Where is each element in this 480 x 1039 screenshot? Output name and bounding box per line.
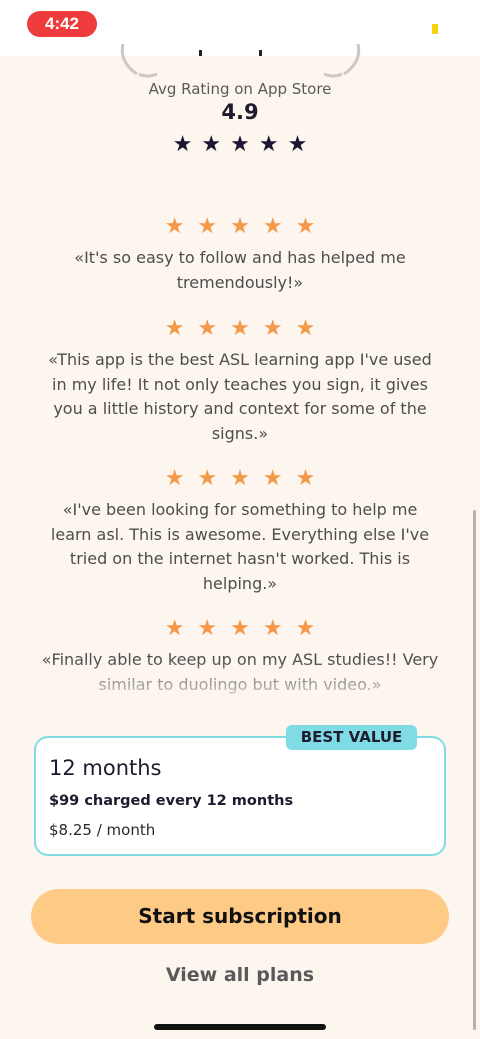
status-time: 4:42: [27, 11, 97, 37]
review-stars: ★★★★★: [164, 214, 329, 239]
review-item: ★★★★★ «I've been looking for something t…: [40, 466, 440, 596]
rating-value: 4.9: [221, 100, 259, 124]
review-item: ★★★★★ «It's so easy to follow and has he…: [40, 214, 440, 295]
scroll-fade: [0, 660, 480, 705]
review-text: «It's so easy to follow and has helped m…: [74, 248, 406, 292]
review-stars: ★★★★★: [164, 616, 329, 641]
plan-card-12-months[interactable]: 12 months $99 charged every 12 months $8…: [34, 736, 446, 856]
laurel-right-icon: [323, 44, 361, 78]
scrollbar[interactable]: [473, 510, 476, 1030]
partial-glyph: [259, 50, 262, 56]
review-stars: ★★★★★: [164, 466, 329, 491]
plan-charge: $99 charged every 12 months: [49, 793, 294, 809]
review-text: «This app is the best ASL learning app I…: [48, 350, 432, 443]
rating-stars: ★★★★★: [172, 132, 317, 157]
partial-glyph: [199, 50, 202, 56]
laurel-left-icon: [120, 44, 158, 78]
start-subscription-button[interactable]: Start subscription: [31, 889, 449, 944]
home-indicator[interactable]: [154, 1024, 326, 1030]
view-all-plans-link[interactable]: View all plans: [0, 964, 480, 986]
status-bar: 4:42: [0, 0, 480, 56]
review-stars: ★★★★★: [164, 316, 329, 341]
plan-title: 12 months: [49, 756, 162, 780]
best-value-badge: BEST VALUE: [286, 725, 417, 750]
review-text: «I've been looking for something to help…: [50, 500, 430, 593]
battery-icon: [432, 24, 438, 34]
plan-monthly-price: $8.25 / month: [49, 821, 156, 839]
rating-label: Avg Rating on App Store: [148, 80, 332, 98]
review-item: ★★★★★ «This app is the best ASL learning…: [40, 316, 440, 446]
